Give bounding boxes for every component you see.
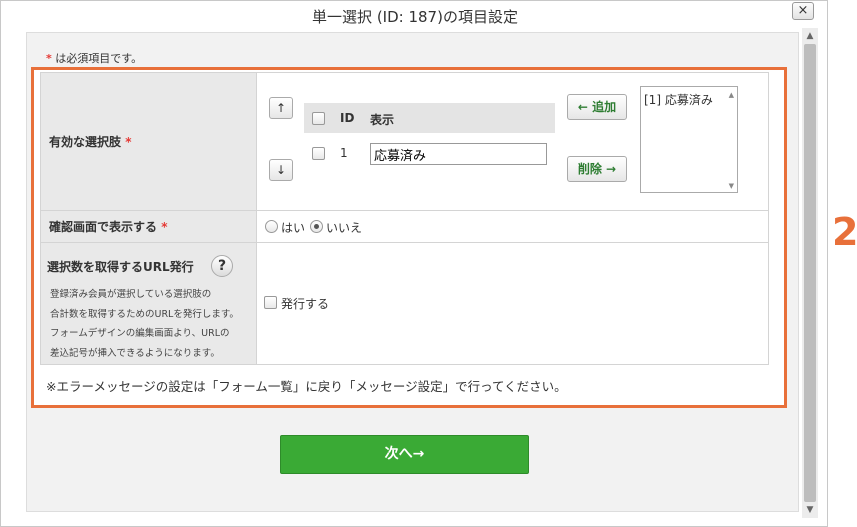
listbox-scroll-up-icon[interactable]: ▲ [729,91,734,99]
column-id: ID [340,111,355,125]
required-note-text: は必須項目です。 [51,52,143,65]
confirm-no-label: いいえ [326,221,363,235]
error-message-note: ※エラーメッセージの設定は「フォーム一覧」に戻り「メッセージ設定」で行ってくださ… [46,379,567,394]
url-label: 選択数を取得するURL発行 [47,260,194,274]
listbox-item[interactable]: [1] 応募済み [644,91,734,108]
confirm-label: 確認画面で表示する [49,220,158,234]
url-description-line: 差込記号が挿入できるようになります。 [50,348,220,359]
confirm-no-radio[interactable] [310,220,323,233]
select-all-checkbox[interactable] [312,112,325,125]
add-button[interactable]: ← 追加 [567,94,627,120]
required-note: * は必須項目です。 [46,50,142,66]
help-icon[interactable]: ? [211,255,233,277]
confirm-yes-radio[interactable] [265,220,278,233]
url-value-cell [256,242,769,365]
dialog-scrollbar[interactable]: ▲ ▼ [802,28,818,518]
options-label: 有効な選択肢 [49,135,122,149]
available-options-listbox[interactable]: [1] 応募済み ▲ ▼ [640,86,738,193]
delete-button[interactable]: 削除 → [567,156,627,182]
scroll-up-icon[interactable]: ▲ [802,28,818,44]
url-description-line: 合計数を取得するためのURLを発行します。 [50,309,239,320]
options-label-cell: 有効な選択肢 * [40,72,257,211]
url-description-line: 登録済み会員が選択している選択肢の [50,289,212,300]
move-up-button[interactable]: ↑ [269,97,293,119]
listbox-scroll-down-icon[interactable]: ▼ [729,182,734,190]
option-display-input[interactable] [370,143,547,165]
issue-url-checkbox[interactable] [264,296,277,309]
dialog-title: 単一選択 (ID: 187)の項目設定 [312,8,518,26]
close-button[interactable]: × [792,2,814,20]
confirm-yes-label: はい [281,221,306,235]
confirm-row: 確認画面で表示する * [40,210,769,243]
move-down-button[interactable]: ↓ [269,159,293,181]
url-description-line: フォームデザインの編集画面より、URLの [50,328,230,339]
next-button[interactable]: 次へ→ [280,435,529,474]
option-id: 1 [340,146,348,160]
scroll-down-icon[interactable]: ▼ [802,502,818,518]
issue-url-label: 発行する [281,297,330,311]
scroll-thumb[interactable] [804,44,816,502]
option-row-checkbox[interactable] [312,147,325,160]
column-display: 表示 [370,113,395,127]
confirm-required-star: * [161,220,168,234]
confirm-label-cell: 確認画面で表示する * [40,210,257,243]
annotation-number: 2 [832,210,857,254]
options-required-star: * [125,135,132,149]
